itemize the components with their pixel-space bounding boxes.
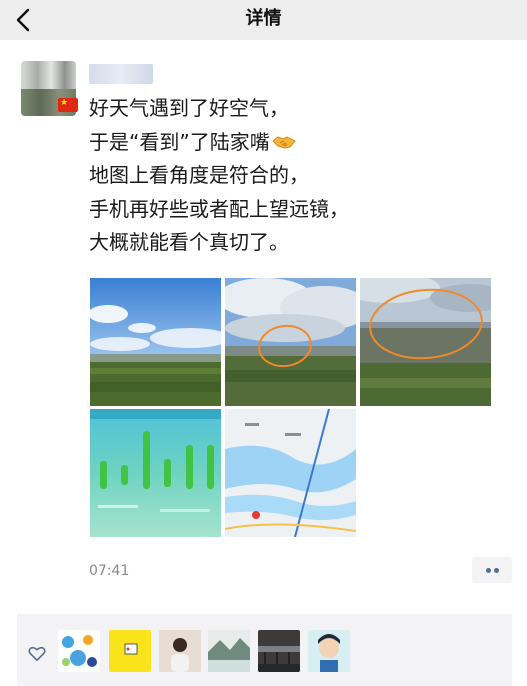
liker-avatar[interactable] xyxy=(109,630,151,672)
top-bar: 详情 xyxy=(0,0,527,40)
more-dots-icon xyxy=(486,568,491,573)
post-line: 地图上看角度是符合的， xyxy=(89,163,309,187)
photo-skyline-circled[interactable] xyxy=(360,278,491,406)
liker-avatar[interactable] xyxy=(159,630,201,672)
more-button[interactable] xyxy=(472,557,512,583)
post-line: 手机再好些或者配上望远镜， xyxy=(89,196,349,221)
post-text: 好天气遇到了好空气， 于是“看到”了陆家嘴地图上看角度是符合的， 手机再好些或者配上… xyxy=(89,92,349,260)
post-time: 07:41 xyxy=(89,563,130,579)
photo-map[interactable] xyxy=(225,409,356,537)
post-line: 好天气遇到了好空气， xyxy=(89,96,289,120)
liker-avatar[interactable] xyxy=(308,630,350,672)
photo-clouds-circled[interactable] xyxy=(225,278,356,406)
photo-air-quality-app[interactable] xyxy=(90,409,221,537)
post-line: 于是“看到”了陆家嘴 xyxy=(89,129,270,154)
page-title: 详情 xyxy=(245,8,282,29)
photo-landscape-sky[interactable] xyxy=(90,278,221,406)
handshake-emoji xyxy=(271,135,296,149)
liker-avatar[interactable] xyxy=(58,630,100,672)
china-flag-icon: ★ xyxy=(58,98,78,112)
liker-avatar[interactable] xyxy=(208,630,250,672)
liker-avatar[interactable] xyxy=(258,630,300,672)
author-name[interactable] xyxy=(89,64,153,84)
heart-outline-icon xyxy=(28,646,46,662)
post-line: 大概就能看个真切了。 xyxy=(89,230,289,254)
